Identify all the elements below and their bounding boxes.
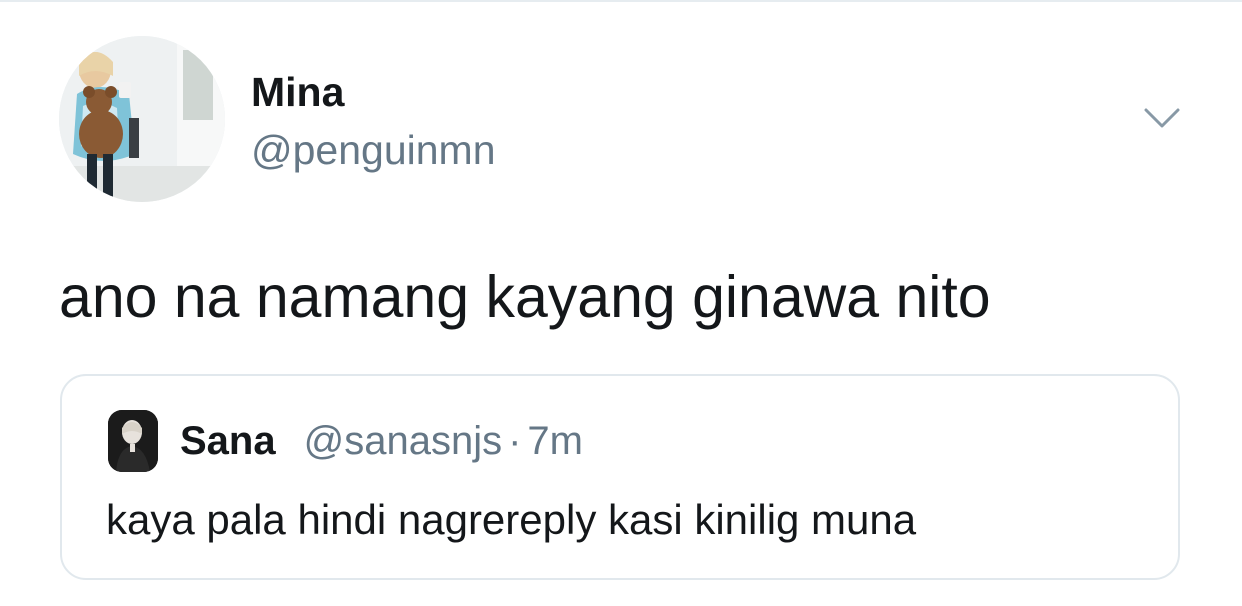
author-avatar[interactable] bbox=[59, 36, 225, 202]
tweet[interactable]: Mina @penguinmn ano na namang kayang gin… bbox=[0, 0, 1242, 606]
quoted-tweet-text: kaya pala hindi nagrereply kasi kinilig … bbox=[106, 496, 917, 543]
quoted-author-avatar[interactable] bbox=[108, 410, 158, 472]
quoted-tweet-header: Sana @sanasnjs · 7m bbox=[180, 416, 583, 466]
quoted-author-handle[interactable]: @sanasnjs bbox=[304, 416, 502, 466]
quoted-tweet[interactable]: Sana @sanasnjs · 7m kaya pala hindi nagr… bbox=[60, 374, 1180, 580]
separator-dot: · bbox=[508, 419, 522, 463]
author-display-name[interactable]: Mina bbox=[251, 68, 344, 116]
tweet-text: ano na namang kayang ginawa nito bbox=[59, 264, 991, 330]
author-handle[interactable]: @penguinmn bbox=[251, 126, 496, 174]
quoted-author-display-name[interactable]: Sana bbox=[180, 416, 276, 466]
avatar-photo bbox=[108, 410, 158, 472]
avatar-photo bbox=[59, 36, 225, 202]
quoted-timestamp[interactable]: 7m bbox=[527, 416, 583, 466]
chevron-down-icon[interactable] bbox=[1140, 100, 1184, 136]
